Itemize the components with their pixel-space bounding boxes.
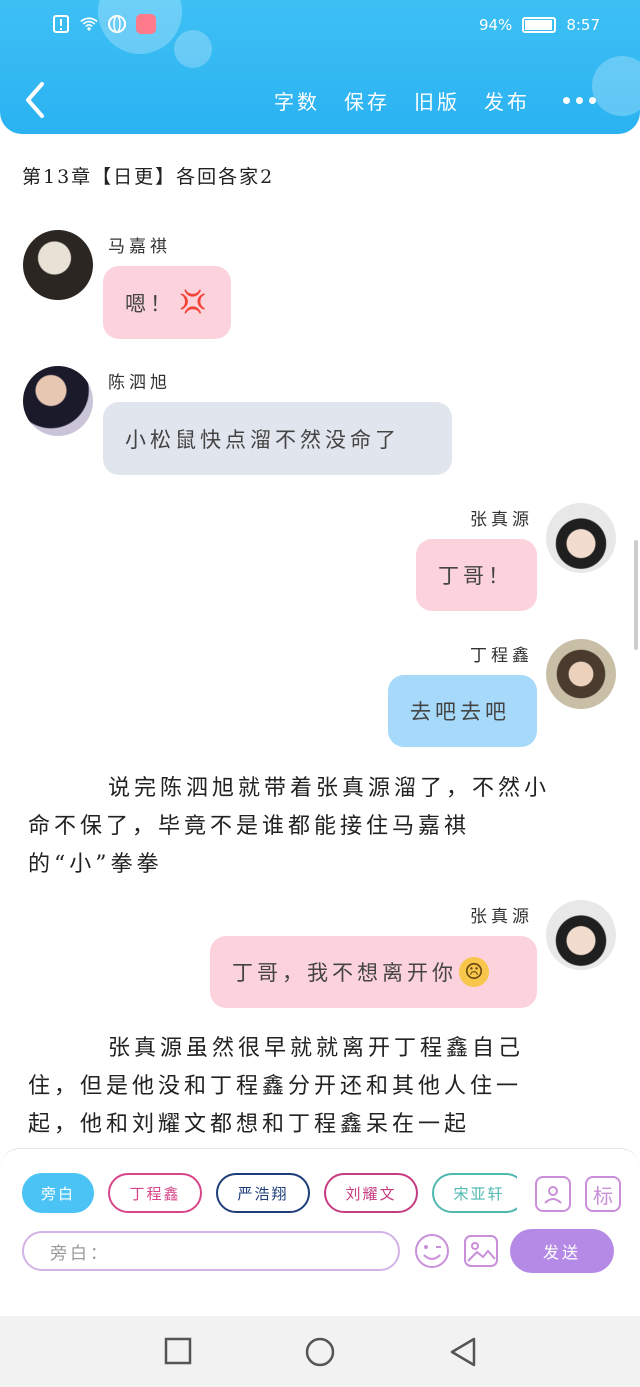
speaker-name: 陈泗旭 — [108, 373, 171, 393]
message-bubble[interactable]: 小松鼠快点溜不然没命了 — [103, 402, 452, 475]
speaker-name: 张真源 — [470, 510, 533, 530]
save-button[interactable]: 保存 — [344, 86, 390, 115]
home-icon[interactable] — [305, 1337, 335, 1371]
message-text: 丁哥，我不想离开你 — [232, 961, 457, 985]
character-profile-icon[interactable] — [535, 1176, 571, 1212]
header-actions: 字数 保存 旧版 发布 — [274, 86, 530, 115]
decor-bubble-right — [592, 56, 640, 116]
chevron-left-icon — [26, 82, 44, 118]
battery-percent: 94% — [478, 16, 513, 34]
more-options-icon[interactable] — [563, 97, 596, 104]
avatar-zhang-zhenyuan[interactable] — [546, 900, 616, 970]
message-input[interactable]: 旁白： — [22, 1231, 400, 1271]
publish-button[interactable]: 发布 — [484, 86, 530, 115]
narration-text: 张真源虽然很早就就离开丁程鑫自己住，但是他没和丁程鑫分开还和其他人住一起，他和刘… — [28, 1036, 525, 1137]
avatar-chen-sixu[interactable] — [23, 366, 93, 436]
character-chip-song-yaxuan[interactable]: 宋亚轩 — [432, 1173, 517, 1213]
alert-icon — [52, 15, 70, 33]
avatar-ma-jiaqi[interactable] — [23, 230, 93, 300]
globe-icon — [108, 15, 126, 33]
avatar-ding-chengxin[interactable] — [546, 639, 616, 709]
speaker-name: 张真源 — [470, 907, 533, 927]
message-text: 去吧去吧 — [410, 700, 510, 724]
emoji-icon[interactable] — [414, 1233, 450, 1269]
message-bubble[interactable]: 去吧去吧 — [388, 675, 537, 747]
send-button[interactable]: 发送 — [510, 1229, 614, 1273]
input-placeholder: 旁白： — [50, 1243, 110, 1264]
status-bar: 94% 8:57 — [0, 12, 640, 40]
wifi-icon — [80, 15, 98, 33]
chapter-title: 第13章【日更】各回各家2 — [22, 166, 275, 188]
character-selector: 旁白 丁程鑫 严浩翔 刘耀文 宋亚轩 — [22, 1173, 517, 1213]
character-chip-narrator[interactable]: 旁白 — [22, 1173, 94, 1213]
avatar-zhang-zhenyuan[interactable] — [546, 503, 616, 573]
character-chip-ding-chengxin[interactable]: 丁程鑫 — [108, 1173, 202, 1213]
sad-face-emoji-icon: ☹ — [459, 957, 489, 987]
recent-apps-icon[interactable] — [164, 1337, 192, 1369]
speaker-name: 丁程鑫 — [470, 646, 533, 666]
tag-icon-label: 标 — [593, 1183, 613, 1208]
word-count-button[interactable]: 字数 — [274, 86, 320, 115]
tag-icon[interactable]: 标 — [585, 1176, 621, 1212]
composer-panel: 旁白 丁程鑫 严浩翔 刘耀文 宋亚轩 标 旁白： 发送 — [0, 1148, 640, 1316]
old-version-button[interactable]: 旧版 — [414, 86, 460, 115]
scrollbar[interactable] — [634, 540, 638, 650]
message-bubble[interactable]: 丁哥，我不想离开你 ☹ — [210, 936, 537, 1008]
character-chip-yan-haoxiang[interactable]: 严浩翔 — [216, 1173, 310, 1213]
top-app-bar: 94% 8:57 字数 保存 旧版 发布 — [0, 0, 640, 134]
character-chip-liu-yaowen[interactable]: 刘耀文 — [324, 1173, 418, 1213]
system-navigation-bar — [0, 1316, 640, 1387]
message-bubble[interactable]: 嗯！ 💢 — [103, 266, 231, 339]
speaker-name: 马嘉祺 — [108, 237, 171, 257]
clock: 8:57 — [566, 16, 600, 34]
narration-text: 说完陈泗旭就带着张真源溜了，不然小命不保了，毕竟不是谁都能接住马嘉祺的“小”拳拳 — [28, 776, 551, 877]
message-text: 嗯！ — [125, 291, 175, 316]
image-icon[interactable] — [463, 1233, 499, 1269]
app-notification-icon — [136, 14, 156, 34]
anger-emoji-icon: 💢 — [179, 290, 207, 315]
message-bubble[interactable]: 丁哥！ — [416, 539, 537, 611]
battery-icon — [522, 17, 557, 33]
message-text: 丁哥！ — [438, 564, 513, 588]
back-button[interactable] — [20, 80, 50, 120]
back-nav-icon[interactable] — [449, 1337, 477, 1371]
message-text: 小松鼠快点溜不然没命了 — [125, 427, 400, 452]
